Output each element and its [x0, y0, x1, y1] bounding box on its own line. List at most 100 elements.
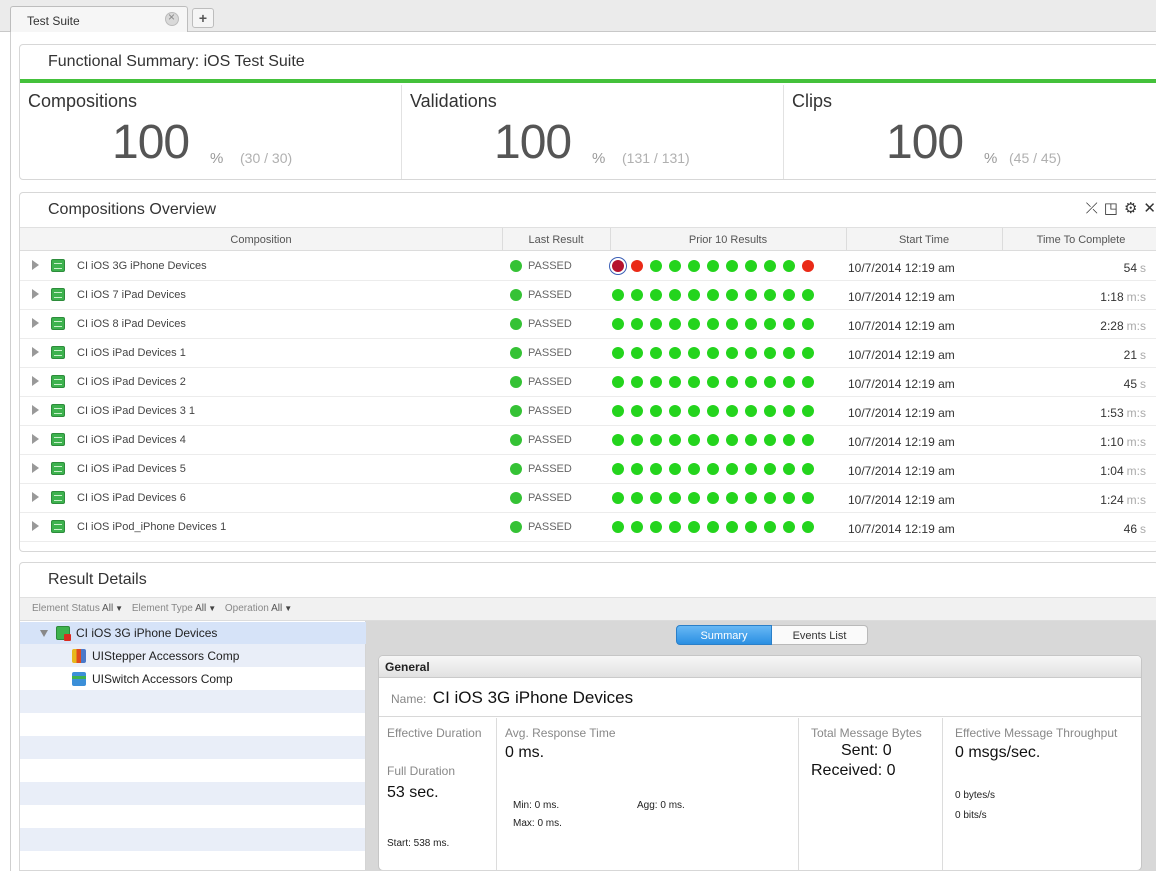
column-header-time-to-complete[interactable]: Time To Complete	[1002, 234, 1156, 246]
prior-result-dot[interactable]	[783, 521, 795, 533]
prior-result-dot[interactable]	[745, 347, 757, 359]
prior-result-dot[interactable]	[764, 492, 776, 504]
prior-result-dot[interactable]	[745, 260, 757, 272]
prior-result-dot[interactable]	[650, 318, 662, 330]
prior-result-dot[interactable]	[688, 260, 700, 272]
prior-result-dot[interactable]	[612, 434, 624, 446]
prior-result-dot[interactable]	[650, 289, 662, 301]
prior-result-dot[interactable]	[802, 492, 814, 504]
prior-result-dot[interactable]	[669, 318, 681, 330]
prior-result-dot[interactable]	[783, 347, 795, 359]
prior-result-dot[interactable]	[707, 318, 719, 330]
prior-result-dot[interactable]	[612, 405, 624, 417]
prior-result-dot[interactable]	[783, 318, 795, 330]
prior-result-dot[interactable]	[726, 289, 738, 301]
prior-result-dot[interactable]	[802, 318, 814, 330]
prior-result-dot[interactable]	[612, 492, 624, 504]
prior-result-dot[interactable]	[669, 521, 681, 533]
prior-result-dot[interactable]	[726, 318, 738, 330]
expand-arrow-icon[interactable]	[32, 318, 39, 328]
prior-result-dot[interactable]	[745, 434, 757, 446]
prior-result-dot[interactable]	[764, 289, 776, 301]
prior-result-dot[interactable]	[669, 405, 681, 417]
prior-result-dot[interactable]	[631, 318, 643, 330]
prior-result-dot[interactable]	[726, 347, 738, 359]
expand-arrow-icon[interactable]	[32, 260, 39, 270]
prior-result-dot[interactable]	[783, 434, 795, 446]
prior-result-dot[interactable]	[650, 521, 662, 533]
prior-result-dot[interactable]	[783, 260, 795, 272]
prior-result-dot[interactable]	[783, 463, 795, 475]
prior-result-dot[interactable]	[745, 405, 757, 417]
expand-arrow-icon[interactable]	[32, 521, 39, 531]
prior-result-dot[interactable]	[764, 521, 776, 533]
expand-caret-icon[interactable]	[40, 630, 48, 637]
table-row[interactable]: CI iOS 7 iPad Devices PASSED 10/7/2014 12:…	[20, 281, 1156, 310]
prior-result-dot[interactable]	[802, 521, 814, 533]
prior-result-dot[interactable]	[726, 376, 738, 388]
prior-result-dot[interactable]	[688, 289, 700, 301]
collapse-icon[interactable]: ⤫	[1086, 200, 1100, 217]
prior-result-dot[interactable]	[783, 289, 795, 301]
prior-result-dot[interactable]	[707, 376, 719, 388]
column-header-composition[interactable]: Composition	[20, 234, 502, 246]
prior-result-dot[interactable]	[669, 463, 681, 475]
prior-result-dot[interactable]	[802, 347, 814, 359]
prior-result-dot[interactable]	[631, 463, 643, 475]
prior-result-dot[interactable]	[783, 405, 795, 417]
prior-result-dot[interactable]	[669, 260, 681, 272]
prior-result-dot[interactable]	[631, 289, 643, 301]
prior-result-dot[interactable]	[726, 260, 738, 272]
prior-result-dot[interactable]	[631, 260, 643, 272]
prior-result-dot[interactable]	[650, 376, 662, 388]
prior-result-dot[interactable]	[669, 347, 681, 359]
prior-result-dot[interactable]	[764, 260, 776, 272]
table-row[interactable]: CI iOS 8 iPad Devices PASSED 10/7/2014 12:…	[20, 310, 1156, 339]
popout-icon[interactable]: ◳	[1104, 199, 1120, 217]
close-icon[interactable]: ✕	[1143, 199, 1156, 217]
prior-result-dot[interactable]	[631, 347, 643, 359]
prior-result-dot[interactable]	[707, 492, 719, 504]
expand-arrow-icon[interactable]	[32, 376, 39, 386]
prior-result-dot[interactable]	[764, 434, 776, 446]
prior-result-dot[interactable]	[726, 492, 738, 504]
column-header-start-time[interactable]: Start Time	[846, 234, 1002, 246]
table-row[interactable]: CI iOS iPad Devices 3 1 PASSED 10/7/2014 1…	[20, 397, 1156, 426]
prior-result-dot[interactable]	[802, 463, 814, 475]
table-row[interactable]: CI iOS 3G iPhone Devices PASSED 10/7/2014 …	[20, 252, 1156, 281]
prior-result-dot[interactable]	[612, 347, 624, 359]
prior-result-dot[interactable]	[802, 405, 814, 417]
prior-result-dot[interactable]	[631, 376, 643, 388]
prior-result-dot[interactable]	[688, 405, 700, 417]
table-row[interactable]: CI iOS iPad Devices 1 PASSED 10/7/2014 12:…	[20, 339, 1156, 368]
prior-result-dot[interactable]	[650, 434, 662, 446]
tab-summary[interactable]: Summary	[676, 625, 772, 645]
table-row[interactable]: CI iOS iPad Devices 5 PASSED 10/7/2014 12:…	[20, 455, 1156, 484]
prior-result-dot[interactable]	[802, 289, 814, 301]
tree-item-root[interactable]: CI iOS 3G iPhone Devices	[20, 622, 366, 644]
expand-arrow-icon[interactable]	[32, 492, 39, 502]
expand-arrow-icon[interactable]	[32, 463, 39, 473]
prior-result-dot[interactable]	[612, 521, 624, 533]
table-row[interactable]: CI iOS iPad Devices 6 PASSED 10/7/2014 12:…	[20, 484, 1156, 513]
column-header-prior-results[interactable]: Prior 10 Results	[610, 234, 846, 246]
prior-result-dot[interactable]	[688, 318, 700, 330]
prior-result-dot[interactable]	[802, 376, 814, 388]
prior-result-dot[interactable]	[707, 289, 719, 301]
tab-test-suite[interactable]: Test Suite	[10, 6, 188, 33]
filter-operation[interactable]: Operation All ▼	[225, 603, 292, 614]
prior-result-dot[interactable]	[745, 376, 757, 388]
prior-result-dot[interactable]	[726, 434, 738, 446]
prior-result-dot[interactable]	[688, 492, 700, 504]
prior-result-dot[interactable]	[802, 260, 814, 272]
expand-arrow-icon[interactable]	[32, 434, 39, 444]
prior-result-dot[interactable]	[726, 463, 738, 475]
prior-result-dot[interactable]	[802, 434, 814, 446]
prior-result-dot[interactable]	[783, 376, 795, 388]
prior-result-dot[interactable]	[688, 521, 700, 533]
prior-result-dot[interactable]	[764, 463, 776, 475]
prior-result-dot[interactable]	[688, 376, 700, 388]
prior-result-dot[interactable]	[764, 376, 776, 388]
filter-element-type[interactable]: Element Type All ▼	[132, 603, 216, 614]
prior-result-dot[interactable]	[650, 405, 662, 417]
